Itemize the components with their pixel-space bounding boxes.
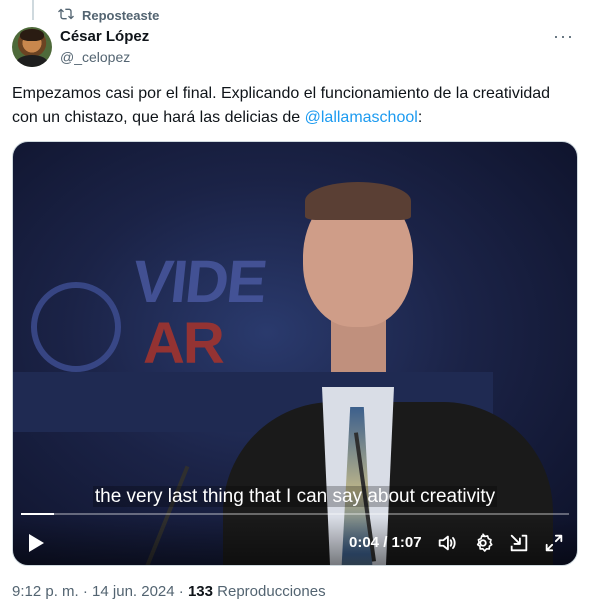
repost-icon	[58, 6, 74, 25]
tweet-meta: 9:12 p. m. · 14 jun. 2024 · 133 Reproduc…	[12, 583, 326, 600]
avatar[interactable]	[12, 27, 52, 67]
repost-label: Reposteaste	[82, 8, 160, 23]
tweet-text-body: Empezamos casi por el final. Explicando …	[12, 85, 551, 126]
tweet-date[interactable]: 14 jun. 2024	[92, 583, 175, 600]
minimize-icon[interactable]	[508, 532, 530, 554]
views-label: Reproducciones	[213, 583, 326, 600]
duration: 1:07	[391, 534, 422, 551]
author-name[interactable]: César López	[60, 28, 149, 45]
view-count: 133	[187, 583, 213, 600]
mention-link[interactable]: @lallamaschool	[305, 109, 418, 126]
author-handle[interactable]: @_celopez	[60, 49, 130, 65]
volume-icon[interactable]	[436, 532, 458, 554]
video-player[interactable]: VIDE AR the very last thing that I can s…	[12, 141, 578, 566]
tweet-text: Empezamos casi por el final. Explicando …	[12, 82, 578, 130]
fullscreen-icon[interactable]	[543, 532, 565, 554]
video-progress-bar[interactable]	[21, 513, 569, 515]
video-time: 0:04 / 1:07	[349, 534, 422, 551]
play-icon[interactable]	[27, 533, 45, 553]
repost-indicator[interactable]: Reposteaste	[58, 6, 159, 25]
settings-icon[interactable]	[472, 532, 494, 554]
time-separator: /	[379, 534, 392, 551]
video-caption: the very last thing that I can say about…	[13, 486, 577, 508]
more-options-icon[interactable]: ···	[553, 27, 574, 45]
meta-separator: ·	[78, 583, 93, 600]
current-time: 0:04	[349, 534, 380, 551]
thread-connector-line	[32, 0, 34, 20]
video-progress-fill	[21, 513, 54, 515]
tweet-time[interactable]: 9:12 p. m.	[12, 583, 79, 600]
meta-separator: ·	[174, 583, 188, 600]
caption-text: the very last thing that I can say about…	[92, 486, 498, 507]
tweet-text-end: :	[417, 109, 423, 126]
